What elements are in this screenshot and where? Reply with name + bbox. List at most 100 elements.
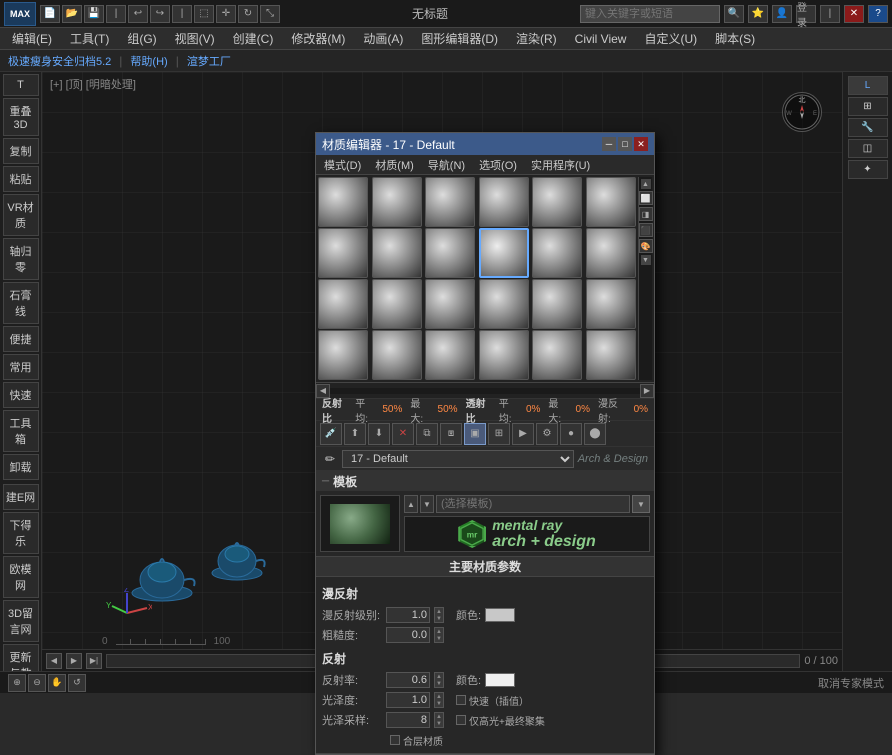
tool-get-from-scene[interactable]: ⬆ [344,423,366,445]
diffuse-level-input[interactable] [386,607,430,623]
mat-sphere-17[interactable] [532,279,582,329]
nav-zoom-out[interactable]: ⊖ [28,674,46,692]
scroll-dn-arrow[interactable]: ▼ [641,255,651,265]
sidebar-btn-xia[interactable]: 下得乐 [3,512,39,554]
spin-up-icon-3[interactable]: ▲ [435,673,443,680]
search-icon[interactable]: 🔍 [724,5,744,23]
template-select-input[interactable] [436,495,630,513]
undo-icon[interactable]: ↩ [128,5,148,23]
mat-editor-minimize-btn[interactable]: ─ [602,137,616,151]
diffuse-rough-spinner[interactable]: ▲ ▼ [434,627,444,643]
tool-cylinder[interactable]: ⬤ [584,423,606,445]
menu-script[interactable]: 脚本(S) [707,28,763,49]
mat-menu-nav[interactable]: 导航(N) [422,155,471,175]
sidebar-btn-t[interactable]: T [3,74,39,96]
sidebar-btn-paste[interactable]: 粘贴 [3,166,39,192]
diffuse-rough-input[interactable] [386,627,430,643]
mat-menu-mode[interactable]: 模式(D) [318,155,367,175]
tool-reset[interactable]: ✕ [392,423,414,445]
sidebar-btn-3dliuyanwang[interactable]: 3D留言网 [3,600,39,642]
reflect-opt2-checkbox[interactable] [456,715,466,725]
template-dropdown-btn[interactable]: ▼ [632,495,650,513]
mat-editor-maximize-btn[interactable]: □ [618,137,632,151]
save-icon[interactable]: 💾 [84,5,104,23]
sidebar-btn-oumowang[interactable]: 欧模网 [3,556,39,598]
tool-background[interactable]: ▣ [464,423,486,445]
menu-render[interactable]: 渲染(R) [508,28,565,49]
spin-up-icon-5[interactable]: ▲ [435,713,443,720]
select-icon[interactable]: ⬚ [194,5,214,23]
move-icon[interactable]: ✛ [216,5,236,23]
timeline-prev-btn[interactable]: ◀ [46,653,62,669]
open-icon[interactable]: 📂 [62,5,82,23]
scroll-up-arrow[interactable]: ▲ [641,179,651,189]
mat-sphere-14[interactable] [372,279,422,329]
mat-sphere-20[interactable] [372,330,422,380]
mat-sphere-5[interactable] [532,177,582,227]
mat-sphere-15[interactable] [425,279,475,329]
spin-dn-icon-3[interactable]: ▼ [435,680,443,687]
right-nav-btn-5[interactable]: ✦ [848,160,888,179]
menu-customize[interactable]: 自定义(U) [636,28,705,49]
mat-sphere-7[interactable] [318,228,368,278]
tool-sphere[interactable]: ● [560,423,582,445]
tool-put-to-scene[interactable]: ⬇ [368,423,390,445]
template-toggle-icon[interactable]: ─ [322,476,329,487]
spin-dn-icon-4[interactable]: ▼ [435,700,443,707]
side-tool-2[interactable]: ◨ [639,207,653,221]
new-file-icon[interactable]: 📄 [40,5,60,23]
quick-link-render[interactable]: 渲梦工厂 [187,53,231,69]
timeline-next-btn[interactable]: ▶| [86,653,102,669]
sidebar-btn-common[interactable]: 常用 [3,354,39,380]
mat-sphere-6[interactable] [586,177,636,227]
side-tool-1[interactable]: ⬜ [639,191,653,205]
sidebar-btn-toolbox[interactable]: 工具箱 [3,410,39,452]
app-close-button[interactable]: ✕ [844,5,864,23]
rotate-icon[interactable]: ↻ [238,5,258,23]
mat-sphere-11[interactable] [532,228,582,278]
tool-options[interactable]: ⚙ [536,423,558,445]
mat-sphere-2[interactable] [372,177,422,227]
mat-editor-close-btn[interactable]: ✕ [634,137,648,151]
login-icon[interactable]: 登录 [796,5,816,23]
nav-orbit[interactable]: ↺ [68,674,86,692]
mat-menu-material[interactable]: 材质(M) [369,155,420,175]
right-nav-btn-1[interactable]: L [848,76,888,95]
menu-modifier[interactable]: 修改器(M) [283,28,353,49]
sidebar-btn-copy[interactable]: 复制 [3,138,39,164]
mat-sphere-13[interactable] [318,279,368,329]
mat-sphere-3[interactable] [425,177,475,227]
spin-dn-icon-5[interactable]: ▼ [435,720,443,727]
star-icon[interactable]: ⭐ [748,5,768,23]
mat-menu-options[interactable]: 选项(O) [473,155,523,175]
quick-link-archive[interactable]: 极速瘦身安全归档5.2 [8,53,111,69]
spin-up-icon[interactable]: ▲ [435,608,443,615]
mat-sphere-4[interactable] [479,177,529,227]
mat-sphere-18[interactable] [586,279,636,329]
side-tool-4[interactable]: 🎨 [639,239,653,253]
sidebar-btn-quick[interactable]: 便捷 [3,326,39,352]
redo-icon[interactable]: ↪ [150,5,170,23]
reflect-gloss-input[interactable] [386,692,430,708]
menu-view[interactable]: 视图(V) [167,28,223,49]
mat-sphere-21[interactable] [425,330,475,380]
sidebar-btn-vr-material[interactable]: VR材质 [3,194,39,236]
template-scroll-up[interactable]: ▲ [404,495,418,513]
side-tool-3[interactable]: ⬛ [639,223,653,237]
reflect-opt3-checkbox[interactable] [390,735,400,745]
menu-tools[interactable]: 工具(T) [62,28,117,49]
sidebar-btn-overlap3d[interactable]: 重叠3D [3,98,39,136]
reflect-rate-spinner[interactable]: ▲ ▼ [434,672,444,688]
spin-up-icon-4[interactable]: ▲ [435,693,443,700]
tool-pick[interactable]: 💉 [320,423,342,445]
quick-link-help[interactable]: 帮助(H) [130,53,167,69]
mat-next-arrow[interactable]: ▶ [640,384,654,398]
tool-checkerboard[interactable]: ⊞ [488,423,510,445]
menu-create[interactable]: 创建(C) [225,28,282,49]
menu-group[interactable]: 组(G) [119,28,164,49]
nav-pan[interactable]: ✋ [48,674,66,692]
timeline-play-btn[interactable]: ▶ [66,653,82,669]
tool-paste[interactable]: ⧆ [440,423,462,445]
reflect-gloss-spinner[interactable]: ▲ ▼ [434,692,444,708]
mat-sphere-12[interactable] [586,228,636,278]
